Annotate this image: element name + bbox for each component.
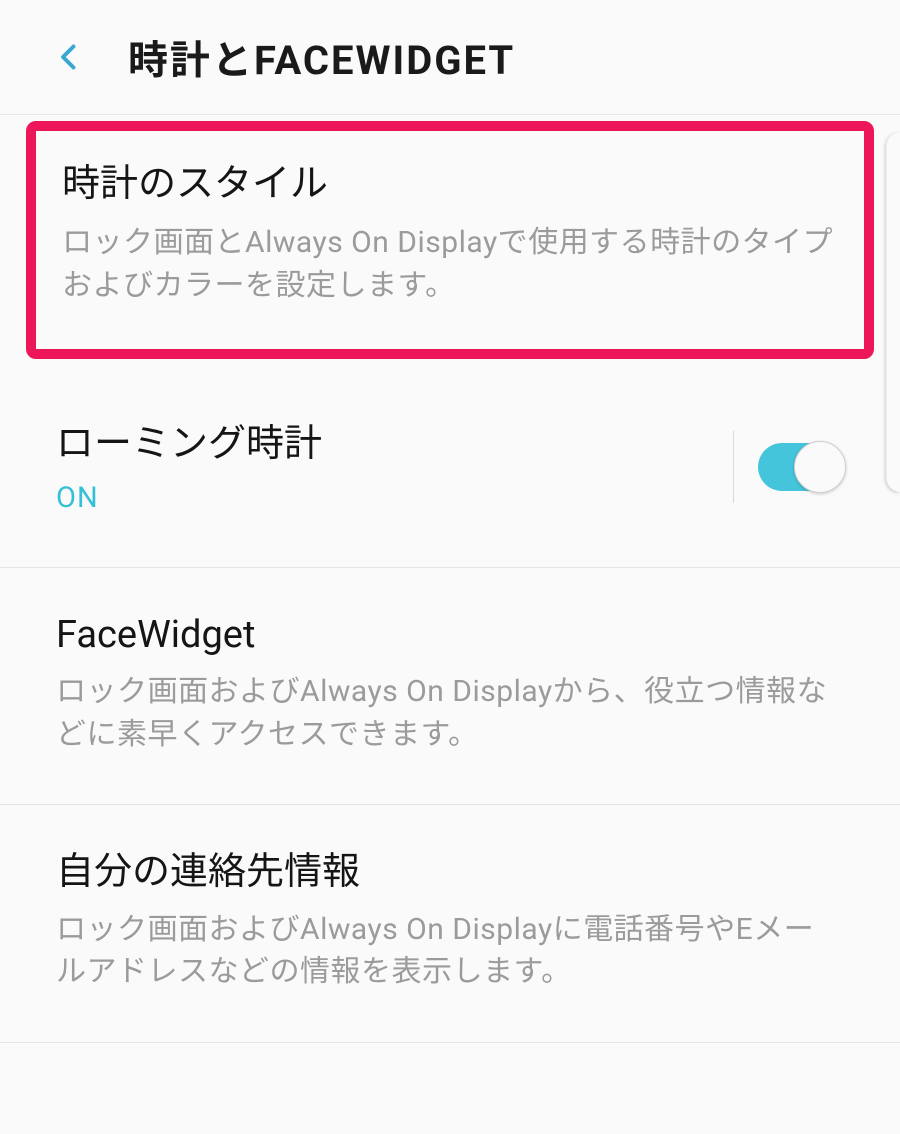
roaming-clock-toggle[interactable] (758, 443, 844, 491)
setting-description: ロック画面およびAlways On Displayに電話番号やEメールアドレスな… (56, 909, 844, 994)
toggle-divider (733, 431, 844, 503)
setting-item-roaming-clock[interactable]: ローミング時計 ON (0, 381, 900, 567)
back-icon[interactable] (48, 36, 90, 78)
edge-panel-handle[interactable] (886, 132, 900, 492)
setting-description: ロック画面とAlways On Displayで使用する時計のタイプおよびカラー… (62, 222, 838, 307)
app-header: 時計とFACEWIDGET (0, 0, 900, 115)
setting-title: ローミング時計 (56, 419, 715, 470)
setting-item-clock-style[interactable]: 時計のスタイル ロック画面とAlways On Displayで使用する時計のタ… (26, 121, 874, 359)
setting-title: 時計のスタイル (62, 159, 838, 210)
setting-item-facewidget[interactable]: FaceWidget ロック画面およびAlways On Displayから、役… (0, 568, 900, 805)
setting-item-contact-info[interactable]: 自分の連絡先情報 ロック画面およびAlways On Displayに電話番号や… (0, 805, 900, 1042)
toggle-knob (794, 441, 846, 493)
setting-title: 自分の連絡先情報 (56, 847, 844, 898)
page-title: 時計とFACEWIDGET (128, 28, 515, 86)
setting-description: ロック画面およびAlways On Displayから、役立つ情報などに素早くア… (56, 671, 844, 756)
setting-status: ON (56, 481, 715, 515)
setting-title: FaceWidget (56, 610, 844, 661)
settings-list: 時計のスタイル ロック画面とAlways On Displayで使用する時計のタ… (0, 121, 900, 1043)
